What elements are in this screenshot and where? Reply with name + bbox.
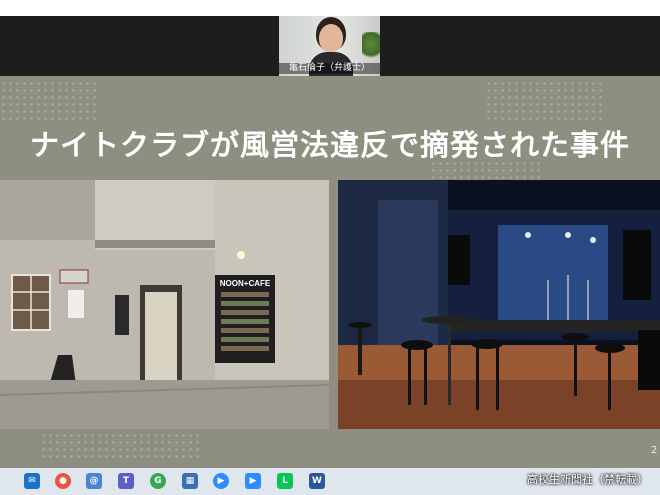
- line-icon[interactable]: L: [277, 473, 293, 489]
- cafe-exterior-photo: NOON+CAFE: [0, 180, 329, 429]
- slide-dot-pattern-left: [0, 80, 100, 120]
- svg-text:NOON+CAFE: NOON+CAFE: [220, 279, 271, 288]
- plant-image: [362, 32, 380, 62]
- google-chrome-icon[interactable]: G: [150, 473, 166, 489]
- chrome-icon[interactable]: ●: [55, 473, 71, 489]
- slide-dot-pattern-right: [485, 80, 605, 120]
- mail-icon[interactable]: ✉: [24, 473, 40, 489]
- participant-video-tile[interactable]: 亀石倫子（弁護士）: [279, 16, 380, 76]
- publisher-watermark: 高校生新聞社（禁転載）: [527, 473, 648, 486]
- calculator-icon[interactable]: ▦: [182, 473, 198, 489]
- teams-icon[interactable]: T: [118, 473, 134, 489]
- at-icon[interactable]: @: [86, 473, 102, 489]
- top-bar: [0, 0, 660, 16]
- cafe-exterior-illustration: NOON+CAFE: [0, 180, 329, 429]
- club-interior-illustration: [338, 180, 660, 429]
- club-interior-photo: [338, 180, 660, 429]
- slide-dot-pattern-bottom: [40, 432, 200, 462]
- zoom-meeting-icon[interactable]: ▶: [245, 473, 261, 489]
- zoom-icon[interactable]: ▶: [213, 473, 229, 489]
- slide-page-number: 2: [651, 445, 658, 456]
- slide-title: ナイトクラブが風営法違反で摘発された事件: [29, 128, 630, 162]
- word-icon[interactable]: W: [309, 473, 325, 489]
- participant-face: [319, 24, 343, 52]
- participant-name-label: 亀石倫子（弁護士）: [279, 63, 380, 74]
